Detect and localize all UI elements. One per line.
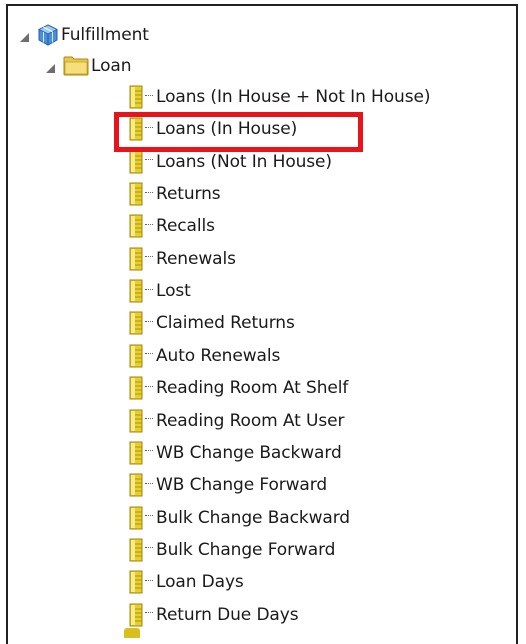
tree-item[interactable]: Claimed Returns (129, 308, 295, 338)
tree-item[interactable]: Renewals (129, 244, 236, 274)
column-icon (129, 279, 143, 303)
tree-connector (145, 353, 153, 355)
tree-item-label: Reading Room At User (156, 410, 345, 431)
tree-connector (145, 94, 153, 96)
tree-item[interactable]: Returns (129, 179, 221, 209)
tree-item[interactable]: Bulk Change Forward (129, 535, 335, 565)
tree-item[interactable]: Reading Room At Shelf (129, 373, 348, 403)
tree-item-label: Return Due Days (156, 604, 299, 625)
column-icon (129, 603, 143, 627)
cube-icon (38, 24, 58, 46)
column-icon (129, 506, 143, 530)
tree-node-label: Fulfillment (61, 25, 149, 45)
column-icon (129, 441, 143, 465)
tree-item-label: Loan Days (156, 572, 244, 593)
tree-item-label: Reading Room At Shelf (156, 378, 349, 399)
tree-connector (145, 579, 153, 581)
tree-item[interactable]: Lost (129, 276, 191, 306)
column-icon (129, 473, 143, 497)
column-icon (129, 538, 143, 562)
tree-connector (145, 418, 153, 419)
tree-item[interactable]: WB Change Forward (129, 470, 327, 500)
tree-item-label: Bulk Change Forward (156, 539, 336, 560)
tree-node-loan[interactable]: Loan (46, 51, 131, 81)
tree-connector (145, 385, 153, 387)
collapse-arrow-icon[interactable] (46, 63, 55, 73)
tree-item[interactable]: WB Change Backward (129, 438, 342, 468)
column-icon (129, 214, 143, 238)
tree-connector (145, 191, 153, 193)
tree-item-label: Auto Renewals (156, 345, 281, 366)
tree-node-fulfillment[interactable]: Fulfillment (20, 20, 149, 50)
tree-connector (145, 126, 153, 128)
tree-item[interactable]: Return Due Days (129, 600, 299, 630)
tree-connector (145, 288, 153, 290)
tree-item-label: Returns (156, 184, 221, 205)
column-icon (129, 247, 143, 271)
tree-item-label: Bulk Change Backward (156, 507, 350, 528)
tree-item[interactable]: Bulk Change Backward (129, 503, 350, 533)
column-icon (129, 150, 143, 174)
tree-item[interactable]: Loans (In House) (129, 114, 297, 144)
tree-connector (145, 450, 153, 452)
tree-item-label: WB Change Backward (156, 442, 342, 463)
tree-item[interactable]: Loans (Not In House) (129, 147, 332, 177)
tree-item-label: Renewals (156, 248, 236, 269)
folder-icon (63, 56, 89, 76)
column-icon (129, 570, 143, 594)
tree-connector (145, 612, 153, 614)
tree-item-label: Loans (In House + Not In House) (156, 87, 431, 107)
tree-connector (145, 223, 153, 225)
column-icon (129, 182, 143, 206)
tree-item-label: Loans (Not In House) (156, 151, 332, 172)
column-icon (129, 311, 143, 335)
tree-item-label: Loans (In House) (156, 119, 298, 140)
tree-connector (145, 547, 153, 549)
column-icon (129, 344, 143, 368)
tree-item-label: Claimed Returns (156, 313, 295, 334)
tree-item[interactable]: Reading Room At User (129, 406, 344, 436)
column-icon (129, 376, 143, 400)
tree-connector (145, 482, 153, 484)
tree-connector (145, 320, 153, 322)
tree-node-label: Loan (91, 56, 132, 76)
column-icon (129, 85, 143, 109)
tree-item-label: WB Change Forward (156, 475, 328, 496)
column-icon (129, 409, 143, 432)
collapse-arrow-icon[interactable] (20, 32, 29, 42)
tree-connector (145, 515, 153, 517)
tree-connector (145, 159, 153, 161)
tree-item[interactable]: Loans (In House + Not In House) (129, 82, 430, 112)
tree-item[interactable]: Loan Days (129, 567, 244, 597)
tree-connector (145, 256, 153, 258)
tree-item[interactable]: Recalls (129, 211, 215, 241)
tree-item-label: Lost (156, 281, 191, 302)
subject-area-tree: Fulfillment Loan Loans (In House + Not I… (6, 4, 518, 644)
tree-item[interactable]: Auto Renewals (129, 341, 280, 371)
tree-item-label: Recalls (156, 216, 215, 237)
column-icon (129, 117, 143, 141)
